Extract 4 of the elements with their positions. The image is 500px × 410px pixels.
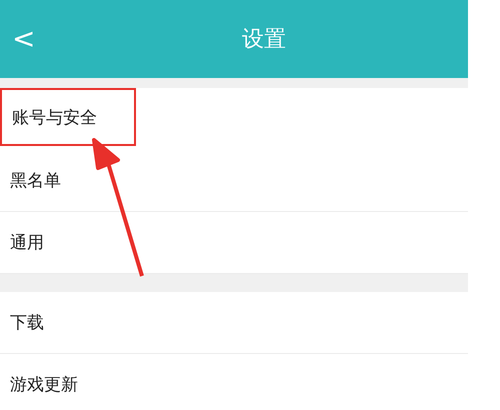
settings-item[interactable]: 下载 (0, 292, 468, 354)
settings-item[interactable]: 游戏更新 (0, 354, 468, 410)
settings-item[interactable]: 账号与安全 (0, 88, 136, 146)
page-title: 设置 (242, 26, 286, 54)
